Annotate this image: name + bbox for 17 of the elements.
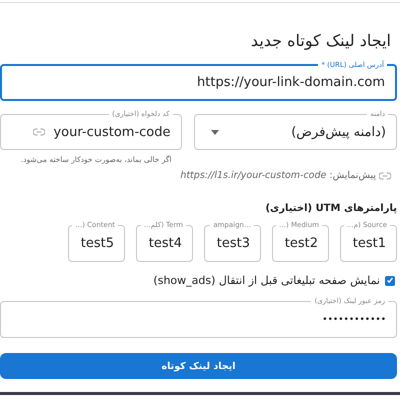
field-value: test3 [216,236,250,251]
caret-icon [210,130,218,134]
checkbox[interactable] [385,276,395,286]
field-value: (دامنه پیش‌فرض) [291,124,386,140]
section-heading: پارامترهای UTM (اختیاری) [264,203,397,214]
checkbox-label: نمایش صفحه تبلیغاتی قبل از انتقال (show_ads) [153,274,380,287]
field-value: test5 [80,236,114,251]
submit-button[interactable]: ایجاد لینک کوتاه [0,353,397,379]
field-value: •••••••••••• [322,314,386,324]
link-icon [379,172,391,180]
field-value: test1 [352,236,386,251]
link-icon [33,128,46,136]
dialog-title: ایجاد لینک کوتاه جدید [250,31,391,52]
field-value: test2 [284,236,318,251]
field-value: https://your-link-domain.com [197,75,385,90]
field-value: your-custom-code [53,124,170,140]
field-value: test4 [148,236,182,251]
